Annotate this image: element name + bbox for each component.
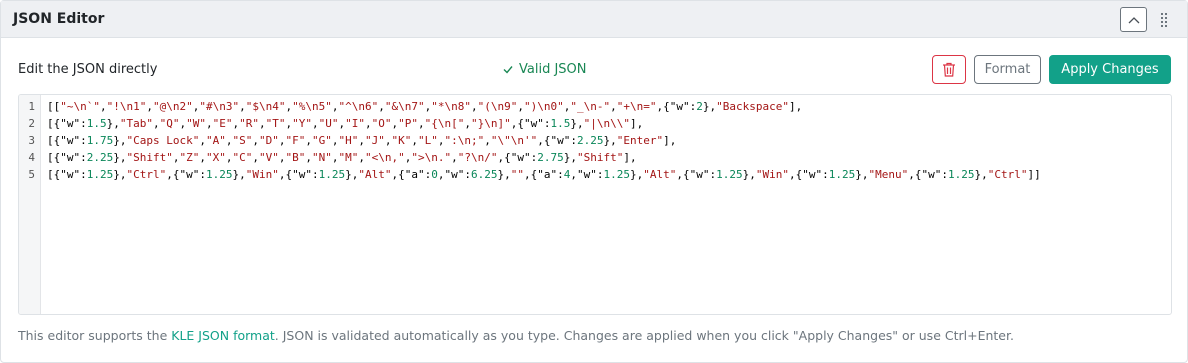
validation-status: Valid JSON bbox=[503, 62, 587, 77]
line-number-gutter: 1 2 3 4 5 bbox=[19, 95, 41, 314]
code-line: [{"w":1.75},"Caps Lock","A","S","D","F",… bbox=[47, 134, 677, 147]
kle-format-link[interactable]: KLE JSON format bbox=[171, 328, 275, 343]
line-number: 1 bbox=[28, 100, 35, 113]
trash-icon bbox=[943, 62, 955, 77]
drag-handle-icon[interactable] bbox=[1159, 11, 1169, 28]
json-code-editor[interactable]: 1 2 3 4 5 [["~\n`","!\n1","@\n2","#\n3",… bbox=[18, 94, 1172, 315]
format-button[interactable]: Format bbox=[974, 55, 1041, 84]
apply-changes-button[interactable]: Apply Changes bbox=[1049, 55, 1171, 84]
panel-header: JSON Editor bbox=[1, 1, 1187, 38]
help-text-suffix: . JSON is validated automatically as you… bbox=[274, 328, 1014, 343]
line-number: 5 bbox=[28, 168, 35, 181]
validation-status-text: Valid JSON bbox=[519, 62, 587, 77]
code-line: [{"w":1.25},"Ctrl",{"w":1.25},"Win",{"w"… bbox=[47, 168, 1041, 181]
code-content[interactable]: [["~\n`","!\n1","@\n2","#\n3","$\n4","%\… bbox=[47, 98, 1167, 183]
json-editor-panel: JSON Editor Edit the JSON directly Valid… bbox=[0, 0, 1188, 363]
editor-instruction-label: Edit the JSON directly bbox=[18, 62, 158, 77]
code-line: [["~\n`","!\n1","@\n2","#\n3","$\n4","%\… bbox=[47, 100, 803, 113]
collapse-button[interactable] bbox=[1120, 7, 1147, 32]
clear-button[interactable] bbox=[932, 55, 966, 84]
line-number: 3 bbox=[28, 134, 35, 147]
panel-title: JSON Editor bbox=[13, 11, 105, 27]
code-line: [{"w":1.5},"Tab","Q","W","E","R","T","Y"… bbox=[47, 117, 644, 130]
line-number: 4 bbox=[28, 151, 35, 164]
check-icon bbox=[503, 66, 513, 74]
help-text: This editor supports the KLE JSON format… bbox=[18, 328, 1014, 343]
line-number: 2 bbox=[28, 117, 35, 130]
chevron-up-icon bbox=[1128, 16, 1139, 23]
help-text-prefix: This editor supports the bbox=[18, 328, 172, 343]
code-line: [{"w":2.25},"Shift","Z","X","C","V","B",… bbox=[47, 151, 637, 164]
